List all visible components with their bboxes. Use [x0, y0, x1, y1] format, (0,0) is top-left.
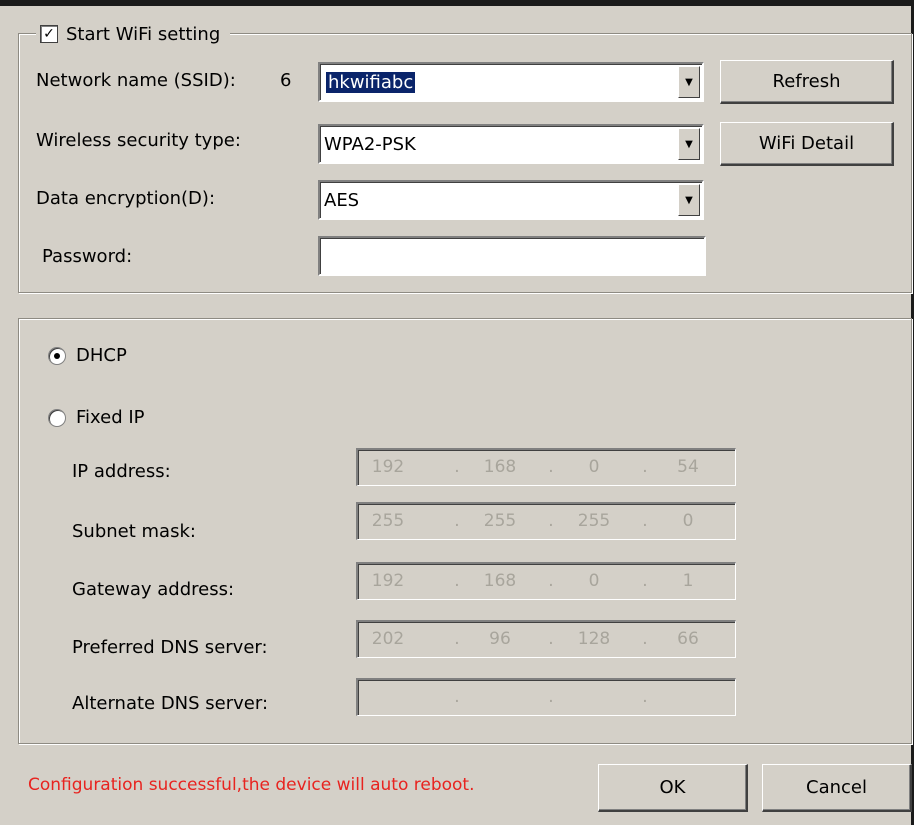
preferred-dns-field[interactable]: 202 . 96 . 128 . 66 — [356, 620, 736, 658]
ip-dot: . — [642, 687, 648, 707]
ip-dot: . — [548, 629, 554, 649]
ip-dot: . — [642, 511, 648, 531]
checkbox-check-icon[interactable]: ✓ — [40, 25, 58, 43]
window-top-edge — [0, 0, 914, 6]
ip-address-field[interactable]: 192 . 168 . 0 . 54 — [356, 448, 736, 486]
encryption-combobox[interactable]: AES ▼ — [318, 180, 704, 220]
gateway-label: Gateway address: — [72, 579, 235, 600]
ip-octet: 192 — [371, 571, 405, 591]
ip-octet: 255 — [577, 511, 611, 531]
security-type-dropdown-icon[interactable]: ▼ — [678, 128, 700, 160]
ip-octet: 0 — [588, 571, 600, 591]
ip-octet: 54 — [677, 457, 699, 477]
security-type-combobox[interactable]: WPA2-PSK ▼ — [318, 124, 704, 164]
ip-octet: 202 — [371, 629, 405, 649]
dhcp-radio[interactable] — [48, 347, 66, 365]
ip-octet: 1 — [682, 571, 694, 591]
gateway-field[interactable]: 192 . 168 . 0 . 1 — [356, 562, 736, 600]
ip-dot: . — [454, 457, 460, 477]
ip-octet: 168 — [483, 457, 517, 477]
ip-octet: 192 — [371, 457, 405, 477]
ip-address-label: IP address: — [72, 461, 171, 482]
ip-octet: 96 — [489, 629, 511, 649]
password-input[interactable] — [318, 236, 706, 276]
start-wifi-label: Start WiFi setting — [66, 23, 221, 45]
ip-octet: 128 — [577, 629, 611, 649]
ip-octet: 255 — [371, 511, 405, 531]
wifi-detail-button[interactable]: WiFi Detail — [720, 122, 894, 166]
radio-selected-dot — [54, 353, 60, 359]
ip-octet: 0 — [588, 457, 600, 477]
refresh-button[interactable]: Refresh — [720, 60, 894, 104]
ip-dot: . — [454, 687, 460, 707]
encryption-label: Data encryption(D): — [36, 188, 216, 209]
ssid-count: 6 — [280, 70, 292, 91]
ip-octet: 66 — [677, 629, 699, 649]
ok-button[interactable]: OK — [598, 764, 748, 812]
ip-octet: 255 — [483, 511, 517, 531]
ip-dot: . — [454, 511, 460, 531]
ip-dot: . — [642, 629, 648, 649]
security-type-value: WPA2-PSK — [324, 133, 416, 155]
fixed-ip-radio[interactable] — [48, 409, 66, 427]
security-type-label: Wireless security type: — [36, 130, 241, 151]
encryption-value: AES — [324, 189, 360, 211]
password-label: Password: — [42, 246, 133, 267]
ip-dot: . — [642, 571, 648, 591]
alternate-dns-label: Alternate DNS server: — [72, 693, 269, 714]
ip-dot: . — [548, 457, 554, 477]
cancel-button[interactable]: Cancel — [762, 764, 912, 812]
ssid-combobox[interactable]: hkwifiabc ▼ — [318, 62, 704, 102]
alternate-dns-field[interactable]: . . . — [356, 678, 736, 716]
ip-dot: . — [454, 629, 460, 649]
ip-dot: . — [548, 687, 554, 707]
ip-octet: 0 — [682, 511, 694, 531]
start-wifi-checkbox[interactable]: ✓ Start WiFi setting — [36, 20, 231, 48]
fixed-ip-label[interactable]: Fixed IP — [76, 407, 145, 428]
ip-dot: . — [642, 457, 648, 477]
subnet-mask-label: Subnet mask: — [72, 521, 196, 542]
ip-dot: . — [454, 571, 460, 591]
ip-octet: 168 — [483, 571, 517, 591]
ip-dot: . — [548, 571, 554, 591]
status-message: Configuration successful,the device will… — [28, 775, 475, 795]
preferred-dns-label: Preferred DNS server: — [72, 637, 268, 658]
subnet-mask-field[interactable]: 255 . 255 . 255 . 0 — [356, 502, 736, 540]
encryption-dropdown-icon[interactable]: ▼ — [678, 184, 700, 216]
ssid-value: hkwifiabc — [326, 71, 416, 93]
ssid-label: Network name (SSID): — [36, 70, 236, 91]
ssid-dropdown-icon[interactable]: ▼ — [678, 66, 700, 98]
dhcp-label[interactable]: DHCP — [76, 345, 127, 366]
ip-dot: . — [548, 511, 554, 531]
